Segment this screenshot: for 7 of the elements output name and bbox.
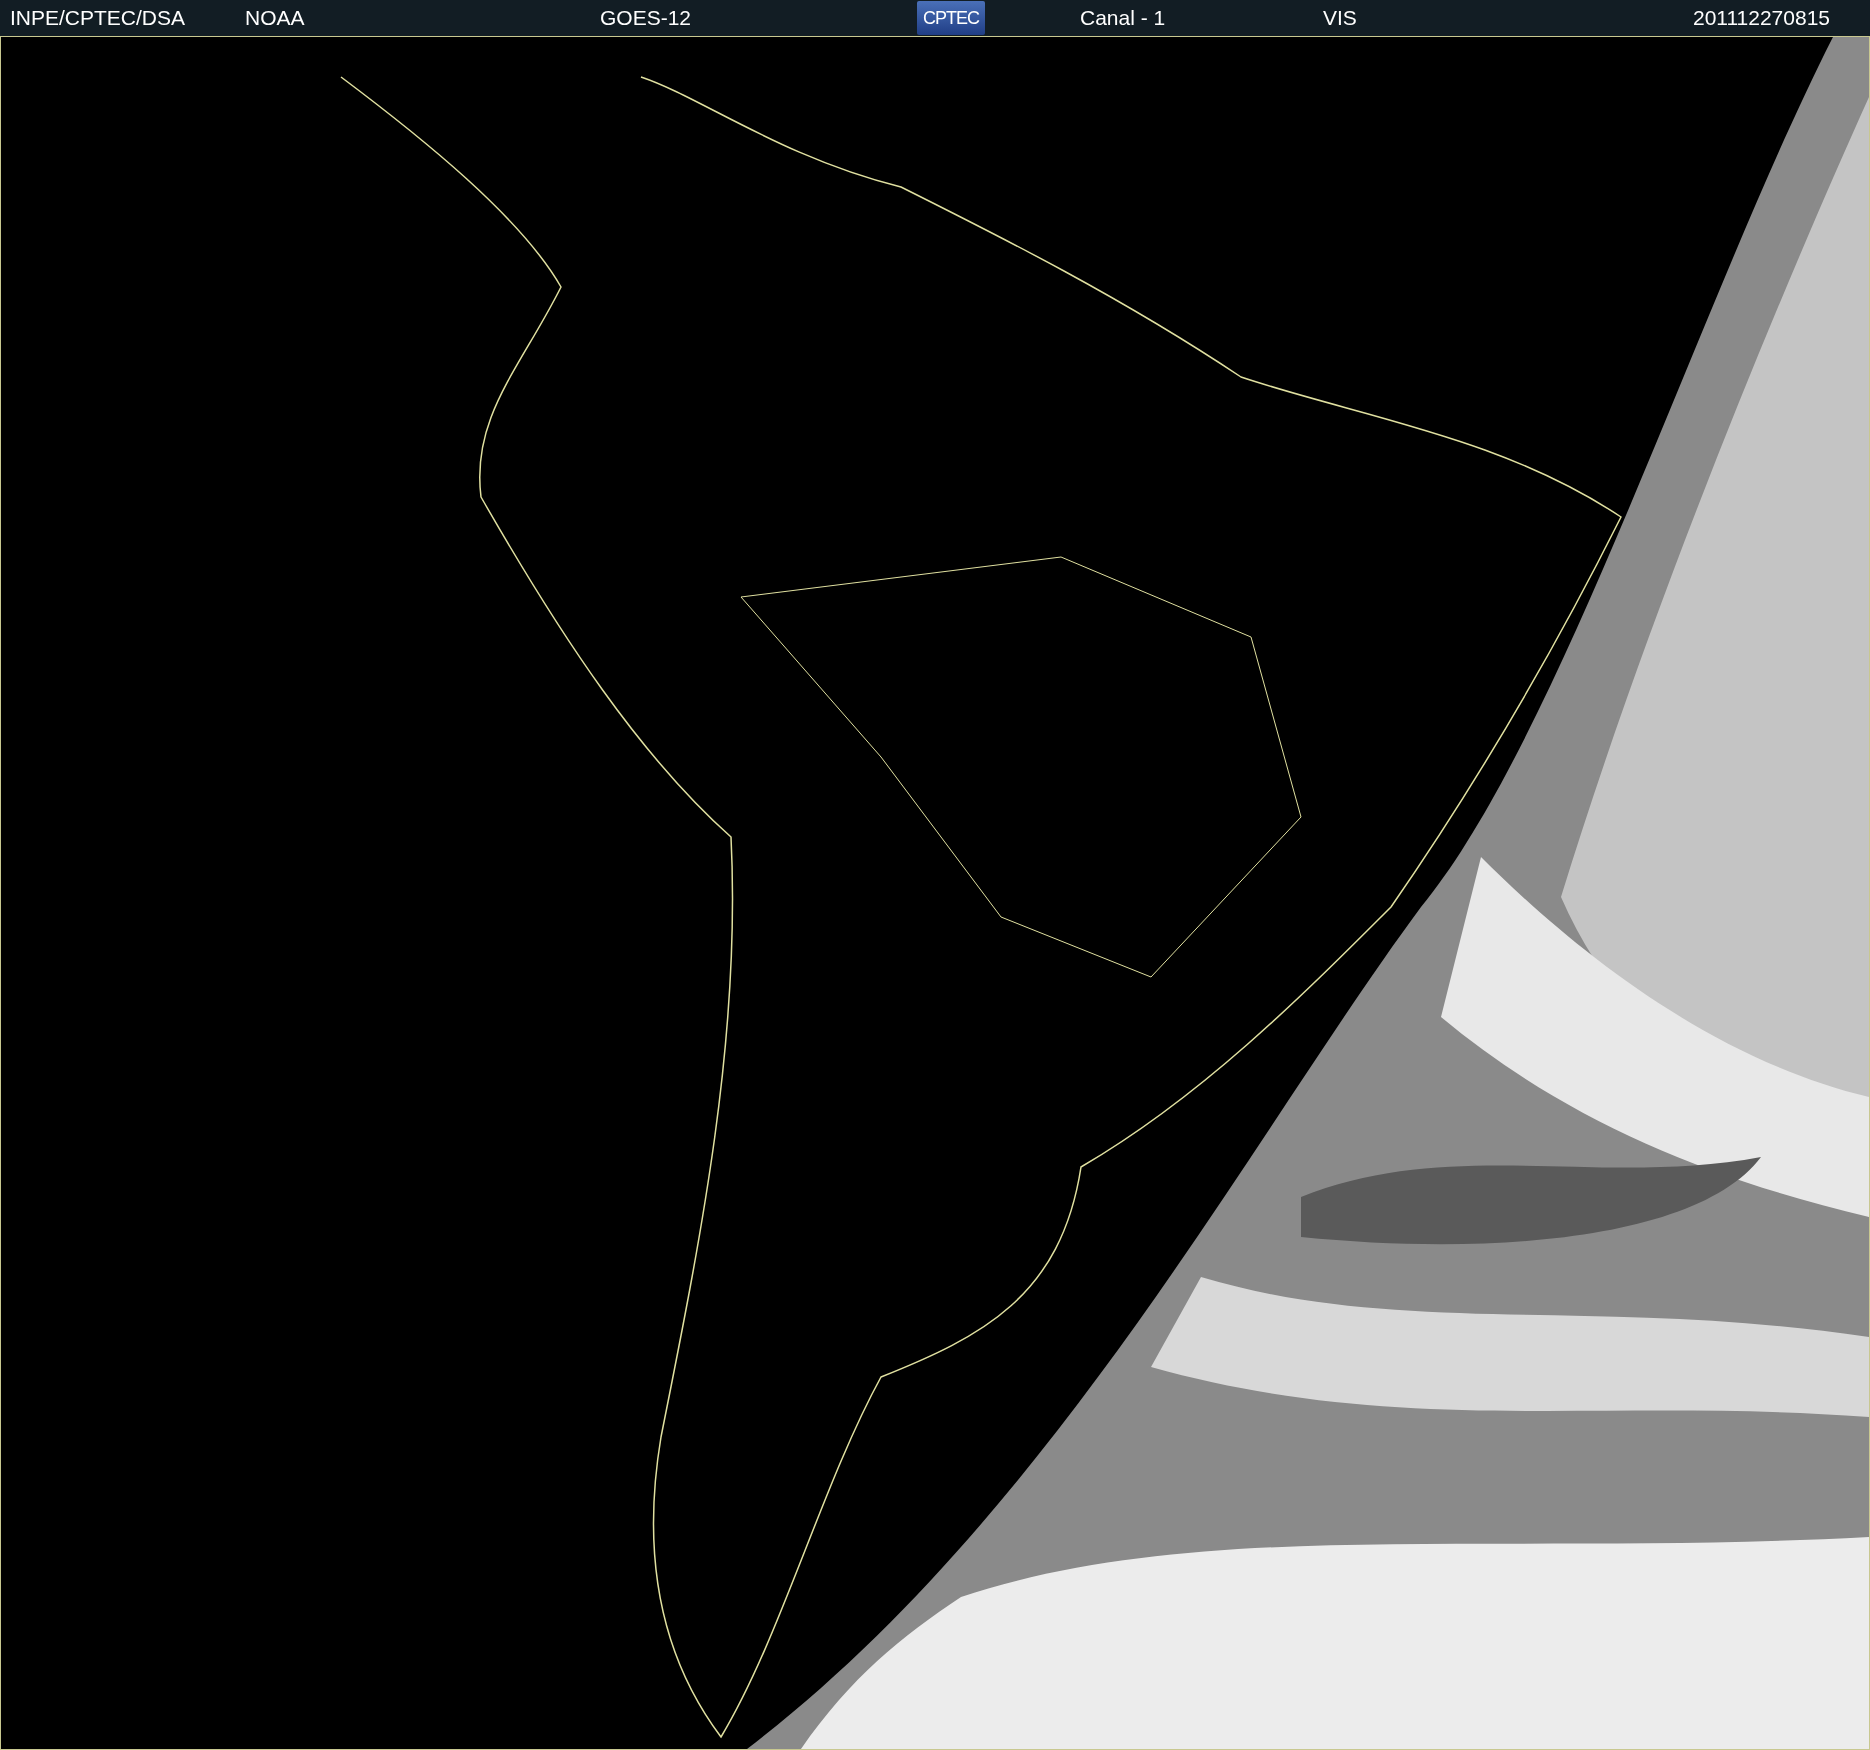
channel-label: Canal - 1 bbox=[1080, 6, 1166, 30]
logo: CPTEC bbox=[917, 1, 985, 35]
source-label: INPE/CPTEC/DSA bbox=[10, 6, 186, 30]
timestamp-label: 201112270815 bbox=[1692, 6, 1830, 30]
agency-label: NOAA bbox=[245, 6, 305, 30]
band-label: VIS bbox=[1323, 6, 1357, 30]
satellite-label: GOES-12 bbox=[600, 6, 692, 30]
